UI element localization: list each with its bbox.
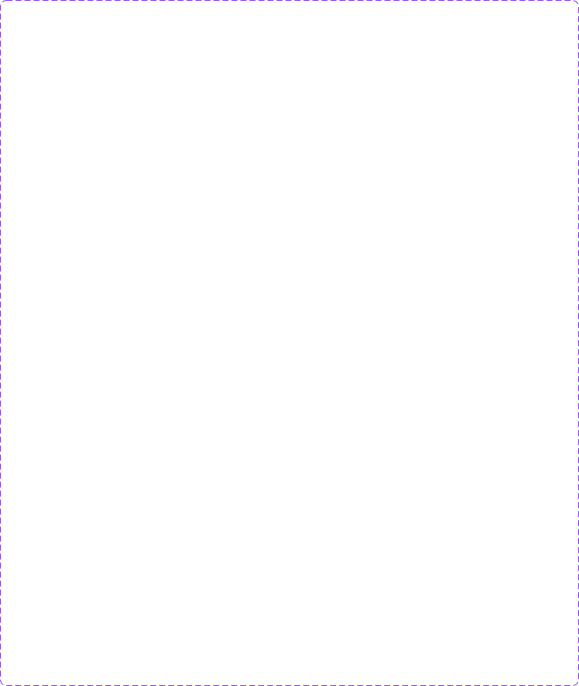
empty-canvas-frame: [0, 0, 579, 686]
canvas-content-area[interactable]: [2, 2, 577, 684]
